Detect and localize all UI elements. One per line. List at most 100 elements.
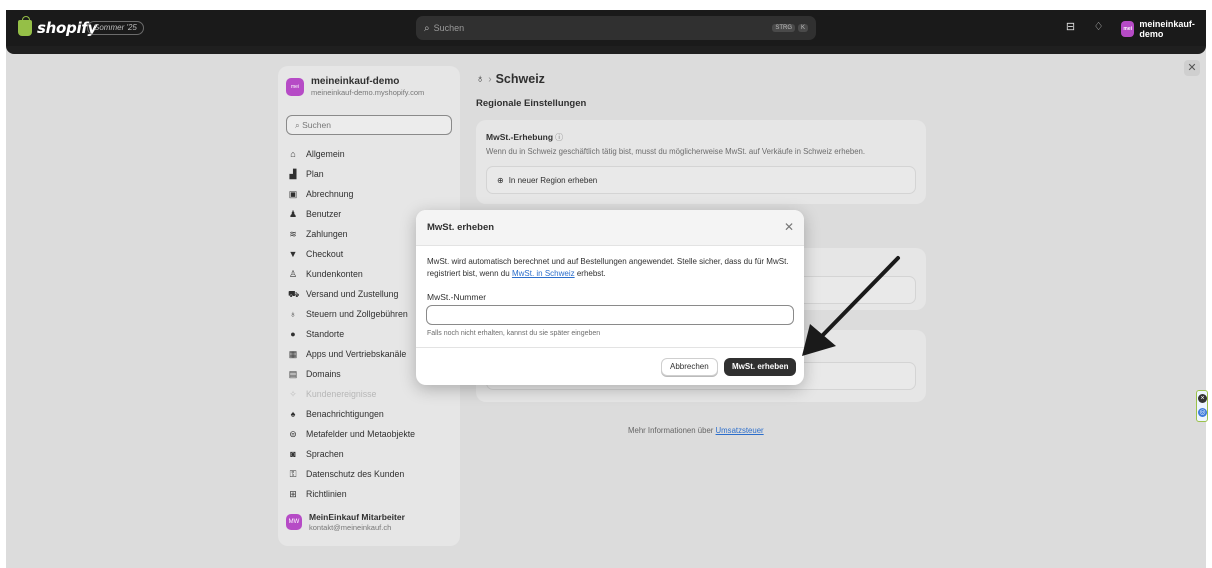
floating-widget[interactable]: × ◎ [1196,390,1208,422]
shortcut-key-ctrl: STRG [772,24,795,32]
card-description: Wenn du in Schweiz geschäftlich tätig bi… [486,147,866,156]
sidebar-item-abrechnung[interactable]: ▣ Abrechnung [286,184,452,204]
shopify-bag-icon [18,16,32,36]
close-icon[interactable]: ✕ [784,220,794,234]
sidebar-item-label: Kundenereignisse [306,389,377,399]
sidebar-item-label: Plan [306,169,324,179]
inbox-icon[interactable]: ⊟ [1064,21,1077,34]
staff-email: kontakt@meineinkauf.ch [309,523,392,532]
sidebar-item-label: Metafelder und Metaobjekte [306,429,416,439]
cancel-button[interactable]: Abbrechen [661,358,718,376]
globe-icon: ▤ [288,369,298,379]
sidebar-item-label: Zahlungen [306,229,348,239]
sidebar-item-label: Domains [306,369,341,379]
edition-badge[interactable]: Sommer '25 [87,21,144,35]
lock-icon: ⚿ [289,469,297,479]
truck-icon: ⛟ [288,289,300,299]
sidebar-item-benachrichtigungen[interactable]: ♠ Benachrichtigungen [286,404,452,424]
sidebar-item-label: Standorte [306,329,345,339]
settings-search-placeholder: Suchen [302,120,331,130]
avatar: mei [1121,21,1135,37]
sidebar-item-label: Versand und Zustellung [306,289,399,299]
sidebar-item-kundenereignisse[interactable]: ✧ Kundenereignisse [286,384,452,404]
global-search[interactable]: ⌕ Suchen STRG K [416,16,816,40]
shopify-logo[interactable]: shopify [18,16,97,37]
vat-number-help: Falls noch nicht erhalten, kannst du sie… [427,330,601,337]
sidebar-item-label: Richtlinien [306,489,347,499]
vat-number-input[interactable] [426,305,794,325]
page-edge-strip [6,46,1206,54]
plan-icon: ▟ [289,169,297,179]
sidebar-item-label: Benutzer [306,209,342,219]
info-icon[interactable]: ⓘ [555,133,563,142]
events-icon: ✧ [289,389,297,399]
avatar: mei [286,77,304,96]
sidebar-item-label: Allgemein [306,149,345,159]
metafields-icon: ⊜ [289,429,297,439]
target-icon[interactable]: ◎ [1198,408,1207,417]
policy-icon: ⊞ [289,489,297,499]
page-title: Schweiz [495,72,545,86]
search-icon: ⌕ [424,22,430,34]
collect-in-new-region-label: In neuer Region erheben [508,176,598,185]
annotation-arrow [802,256,900,356]
card-title-text: MwSt.-Erhebung [486,132,554,142]
store-name: meineinkauf-demo [1139,19,1195,39]
sidebar-item-richtlinien[interactable]: ⊞ Richtlinien [286,484,452,504]
vat-number-label: MwSt.-Nummer [427,292,487,302]
language-icon: ◙ [290,449,296,459]
sidebar-item-plan[interactable]: ▟ Plan [286,164,452,184]
dialog-footer-divider [416,347,804,348]
store-name: meineinkauf-demo [311,76,400,87]
more-info-text: Mehr Informationen über Umsatzsteuer [628,426,764,435]
taxes-icon[interactable]: ♁ [476,73,484,85]
taxes-icon: ♁ [289,309,297,319]
vat-collection-card: MwSt.-Erhebung ⓘ Wenn du in Schweiz gesch… [476,120,926,204]
dialog-title: MwSt. erheben [427,222,495,233]
top-bar: shopify Sommer '25 ⌕ Suchen STRG K ⊟ ♢ m… [6,10,1206,46]
billing-icon: ▣ [288,189,298,199]
payments-icon: ≋ [289,229,297,239]
shortcut-key-k: K [797,24,808,32]
store-menu-button[interactable]: mei meineinkauf-demo [1121,19,1206,39]
close-settings-icon[interactable]: ✕ [1184,60,1200,76]
sidebar-item-allgemein[interactable]: ⌂ Allgemein [286,144,452,164]
sidebar-item-label: Abrechnung [306,189,354,199]
dialog-description: MwSt. wird automatisch berechnet und auf… [427,256,797,280]
sidebar-item-sprachen[interactable]: ◙ Sprachen [286,444,452,464]
sidebar-item-label: Sprachen [306,449,344,459]
plus-circle-icon: ⊕ [497,176,504,185]
collect-vat-dialog: MwSt. erheben ✕ MwSt. wird automatisch b… [416,210,804,385]
bell-icon: ♠ [290,409,296,419]
sidebar-item-label: Datenschutz des Kunden [306,469,405,479]
collect-in-new-region-row[interactable]: ⊕ In neuer Region erheben [486,166,916,194]
more-info-prefix: Mehr Informationen über [628,426,716,435]
users-icon: ♟ [288,209,298,219]
sidebar-item-label: Checkout [306,249,344,259]
sidebar-item-metafelder[interactable]: ⊜ Metafelder und Metaobjekte [286,424,452,444]
sidebar-item-label: Apps und Vertriebskanäle [306,349,407,359]
notification-bell-icon[interactable]: ♢ [1092,21,1105,34]
sidebar-item-label: Steuern und Zollgebühren [306,309,408,319]
breadcrumb: ♁ › Schweiz [476,72,545,86]
store-icon: ⌂ [290,149,296,159]
vat-help-link[interactable]: Umsatzsteuer [716,426,764,435]
section-title: Regionale Einstellungen [476,98,587,109]
dialog-text-start: MwSt. wird automatisch berechnet und auf… [427,257,789,278]
avatar: MW [286,514,302,530]
dialog-text-end: erhebst. [574,269,606,278]
card-title: MwSt.-Erhebung ⓘ [486,132,563,143]
sidebar-item-label: Kundenkonten [306,269,363,279]
settings-search-input[interactable]: ⌕ Suchen [286,115,452,135]
vat-switzerland-link[interactable]: MwSt. in Schweiz [512,269,575,278]
location-icon: ● [290,329,296,339]
staff-name: MeinEinkauf Mitarbeiter [309,512,405,522]
cart-icon: ▼ [288,249,298,259]
sidebar-item-label: Benachrichtigungen [306,409,384,419]
close-icon[interactable]: × [1198,394,1207,403]
store-domain: meineinkauf-demo.myshopify.com [311,88,425,97]
sidebar-item-datenschutz[interactable]: ⚿ Datenschutz des Kunden [286,464,452,484]
global-search-placeholder: Suchen [433,23,465,33]
staff-account[interactable]: MW MeinEinkauf Mitarbeiter kontakt@meine… [286,512,405,532]
store-header: mei meineinkauf-demo meineinkauf-demo.my… [286,76,424,97]
